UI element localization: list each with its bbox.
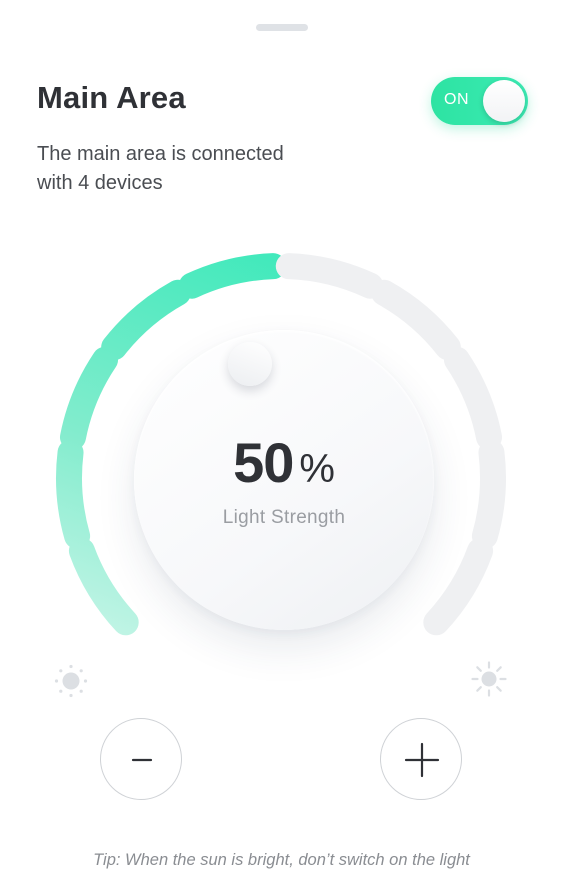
dial-segment-active[interactable] <box>178 253 287 299</box>
strength-label: Light Strength <box>222 507 346 528</box>
minus-icon <box>131 758 153 762</box>
strength-value: 50% <box>134 430 434 495</box>
strength-number: 50 <box>233 431 294 494</box>
dial-segment-active[interactable] <box>68 537 139 636</box>
increase-button[interactable] <box>380 718 462 800</box>
dial-segment-active[interactable] <box>59 346 119 451</box>
sun-dim-icon <box>54 664 88 698</box>
dial-knob[interactable] <box>228 342 272 386</box>
dial-segment-inactive[interactable] <box>471 439 506 550</box>
tip-text: Tip: When the sun is bright, don’t switc… <box>93 851 470 869</box>
dial-segment-active[interactable] <box>56 439 91 550</box>
dial-segment-inactive[interactable] <box>371 279 461 361</box>
decrease-button[interactable] <box>100 718 182 800</box>
plus-icon <box>404 742 440 778</box>
dial-segment-active[interactable] <box>101 279 191 361</box>
strength-unit: % <box>299 447 335 491</box>
light-control-screen: Main Area The main area is connected wit… <box>0 0 563 890</box>
dial-segment-inactive[interactable] <box>275 253 384 299</box>
sun-bright-icon <box>471 661 507 697</box>
dial-segment-inactive[interactable] <box>423 537 494 636</box>
dial-segment-inactive[interactable] <box>443 346 503 451</box>
